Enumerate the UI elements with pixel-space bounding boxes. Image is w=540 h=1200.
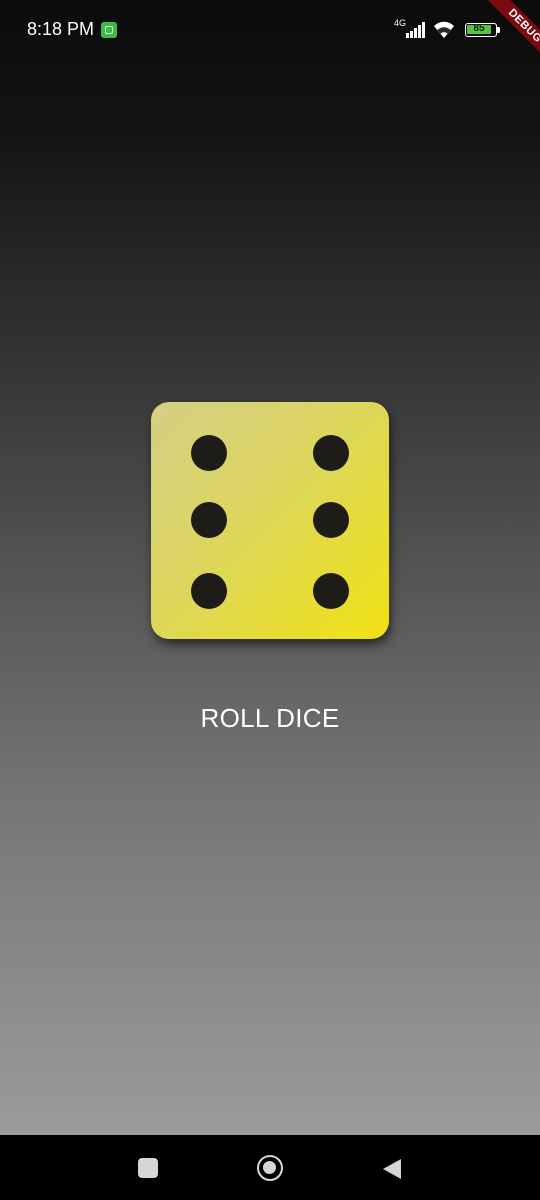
dice-pip	[191, 435, 227, 471]
dice-pip	[313, 502, 349, 538]
dice-button[interactable]	[151, 402, 389, 639]
battery-level: 85	[473, 23, 485, 34]
status-bar: 8:18 PM 4G 85	[0, 0, 540, 60]
roll-dice-label[interactable]: ROLL DICE	[0, 703, 540, 734]
app-screen: 8:18 PM 4G 85 DEBUG ROLL DICE	[0, 0, 540, 1135]
wifi-icon	[434, 21, 454, 38]
back-icon[interactable]	[381, 1157, 403, 1181]
home-icon[interactable]	[257, 1155, 283, 1181]
dice-pip	[191, 502, 227, 538]
status-time: 8:18 PM	[27, 19, 95, 39]
signal-icon	[406, 22, 425, 38]
battery-icon: 85	[465, 23, 497, 37]
dice-pip	[191, 573, 227, 609]
battery-tip	[497, 27, 500, 33]
navigation-bar	[0, 1135, 540, 1200]
recents-icon[interactable]	[138, 1158, 158, 1178]
dice-pip	[313, 573, 349, 609]
dice-pip	[313, 435, 349, 471]
app-notification-icon	[101, 22, 117, 38]
